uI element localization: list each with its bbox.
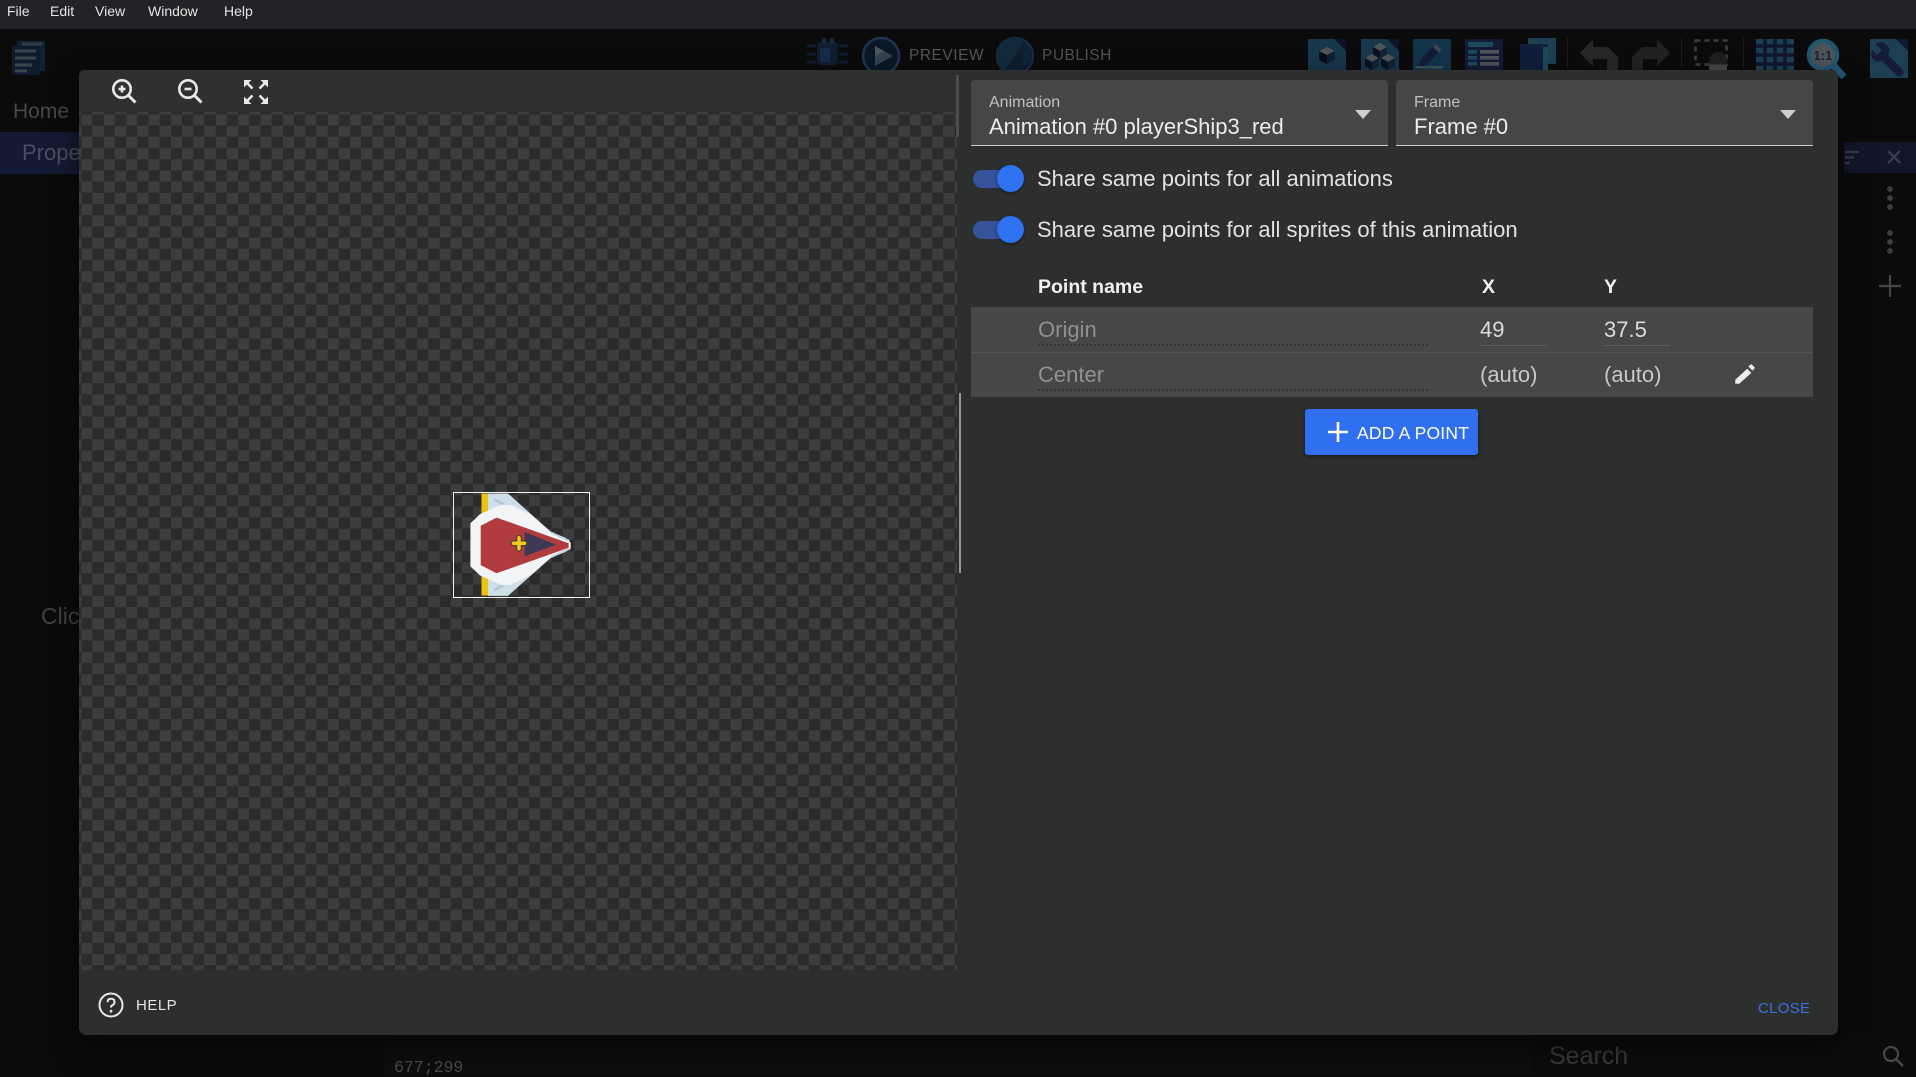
svg-text:1:1: 1:1 [1814,48,1833,63]
